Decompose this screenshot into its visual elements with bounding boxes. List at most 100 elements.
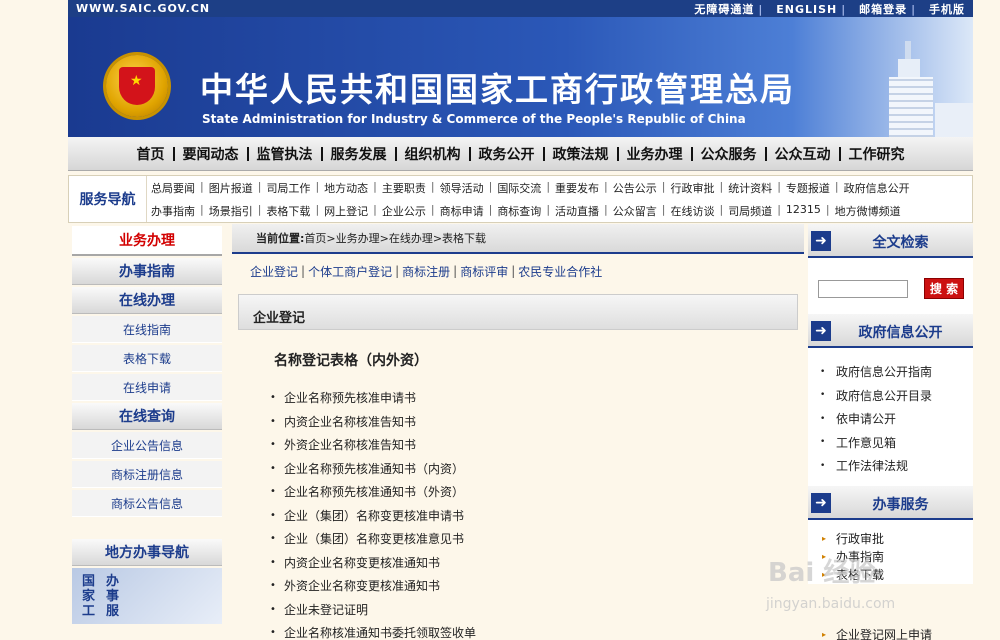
service-sep: | <box>257 203 262 216</box>
service-link[interactable]: 地方微博频道 <box>833 203 903 219</box>
list-item: • 企业名称预先核准通知书（外资） <box>270 480 804 504</box>
tab-company-registration[interactable]: 企业登记 <box>250 263 298 280</box>
service-link[interactable]: 专题报道 <box>784 180 832 196</box>
bullet: • <box>270 439 276 451</box>
nav-home[interactable]: 首页 <box>129 144 173 164</box>
form-link[interactable]: 企业未登记证明 <box>284 601 368 618</box>
form-link[interactable]: 企业名称预先核准通知书（内资） <box>284 460 464 477</box>
nav-public-service[interactable]: 公众服务 <box>693 144 765 164</box>
service-item-link[interactable]: 企业登记网上申请 <box>836 626 932 640</box>
nav-organization[interactable]: 组织机构 <box>397 144 469 164</box>
top-sep: | <box>841 2 847 16</box>
service-sep: | <box>604 203 608 216</box>
service-link[interactable]: 重要发布 <box>553 180 601 196</box>
sidebar-item-form-download[interactable]: 表格下载 <box>72 345 222 372</box>
service-sep: | <box>546 180 551 193</box>
nav-supervision[interactable]: 监管执法 <box>249 144 321 164</box>
bullet: • <box>270 533 276 545</box>
nav-research[interactable]: 工作研究 <box>841 144 913 164</box>
service-link[interactable]: 企业公示 <box>380 203 428 219</box>
service-sep: | <box>373 203 377 216</box>
info-link[interactable]: 政府信息公开目录 <box>836 387 932 404</box>
service-header: ➜ 办事服务 <box>808 485 973 520</box>
breadcrumb-path[interactable]: 首页>业务办理>在线办理>表格下载 <box>304 230 486 246</box>
service-link[interactable]: 网上登记 <box>322 203 370 219</box>
mail-login-link[interactable]: 邮箱登录 <box>859 3 907 16</box>
service-link[interactable]: 表格下载 <box>264 203 312 219</box>
accessibility-link[interactable]: 无障碍通道 <box>694 3 754 16</box>
search-button[interactable]: 搜 索 <box>924 278 964 299</box>
service-link[interactable]: 领导活动 <box>438 180 486 196</box>
page-root: WWW.SAIC.GOV.CN 无障碍通道 | ENGLISH | 邮箱登录 | 手机… <box>0 0 1000 640</box>
sidebar-item-trademark-reg[interactable]: 商标注册信息 <box>72 461 222 488</box>
service-link[interactable]: 主要职责 <box>380 180 428 196</box>
service-link[interactable]: 12315 <box>784 203 823 219</box>
nav-interaction[interactable]: 公众互动 <box>767 144 839 164</box>
service-link[interactable]: 商标申请 <box>438 203 486 219</box>
service-link[interactable]: 活动直播 <box>553 203 601 219</box>
sidebar-section-online[interactable]: 在线办理 <box>72 287 222 314</box>
site-title-en: State Administration for Industry & Comm… <box>202 112 746 126</box>
service-item-link[interactable]: 行政审批 <box>836 530 884 547</box>
service-sep: | <box>315 203 320 216</box>
sidebar-item-company-notice[interactable]: 企业公告信息 <box>72 432 222 459</box>
site-title-cn: 中华人民共和国国家工商行政管理总局 <box>200 70 795 109</box>
service-link[interactable]: 公告公示 <box>611 180 659 196</box>
sidebar-item-online-apply[interactable]: 在线申请 <box>72 374 222 401</box>
nav-policy[interactable]: 政策法规 <box>545 144 617 164</box>
service-link[interactable]: 场景指引 <box>207 203 255 219</box>
info-link[interactable]: 工作法律法规 <box>836 457 908 474</box>
form-link[interactable]: 企业名称预先核准申请书 <box>284 389 416 406</box>
tab-trademark-review[interactable]: 商标评审 <box>460 263 508 280</box>
tab-trademark-registration[interactable]: 商标注册 <box>402 263 450 280</box>
search-input[interactable] <box>818 280 908 298</box>
sidebar-item-trademark-notice[interactable]: 商标公告信息 <box>72 490 222 517</box>
tab-cooperative[interactable]: 农民专业合作社 <box>518 263 602 280</box>
local-guide-banner[interactable]: 国 家 工 办 事 服 <box>72 568 222 624</box>
service-sep: | <box>719 203 724 216</box>
service-link[interactable]: 统计资料 <box>726 180 774 196</box>
service-sep: | <box>315 180 320 193</box>
nav-affairs[interactable]: 政务公开 <box>471 144 543 164</box>
bullet: • <box>270 392 276 404</box>
bullet: • <box>270 627 276 639</box>
service-link[interactable]: 总局要闻 <box>149 180 197 196</box>
form-link[interactable]: 内资企业名称变更核准通知书 <box>284 554 440 571</box>
service-sep: | <box>257 180 262 193</box>
sidebar-section-query[interactable]: 在线查询 <box>72 403 222 430</box>
service-title: 办事服务 <box>872 496 929 513</box>
nav-service-dev[interactable]: 服务发展 <box>323 144 395 164</box>
service-link[interactable]: 行政审批 <box>668 180 716 196</box>
sidebar-item-online-guide[interactable]: 在线指南 <box>72 316 222 343</box>
service-link[interactable]: 司局频道 <box>726 203 774 219</box>
service-link[interactable]: 公众留言 <box>611 203 659 219</box>
site-url: WWW.SAIC.GOV.CN <box>76 2 211 15</box>
list-item: • 外资企业名称变更核准通知书 <box>270 574 804 598</box>
nav-news[interactable]: 要闻动态 <box>175 144 247 164</box>
nav-business[interactable]: 业务办理 <box>619 144 691 164</box>
service-link[interactable]: 图片报道 <box>207 180 255 196</box>
form-link[interactable]: 外资企业名称核准告知书 <box>284 436 416 453</box>
form-link[interactable]: 企业（集团）名称变更核准意见书 <box>284 530 464 547</box>
service-link[interactable]: 商标查询 <box>495 203 543 219</box>
info-link[interactable]: 工作意见箱 <box>836 434 896 451</box>
mobile-link[interactable]: 手机版 <box>929 3 965 16</box>
form-link[interactable]: 企业（集团）名称变更核准申请书 <box>284 507 464 524</box>
service-link[interactable]: 国际交流 <box>495 180 543 196</box>
service-link[interactable]: 政府信息公开 <box>842 180 912 196</box>
bullet: • <box>270 509 276 521</box>
info-link[interactable]: 政府信息公开指南 <box>836 363 932 380</box>
service-link[interactable]: 地方动态 <box>322 180 370 196</box>
form-link[interactable]: 内资企业名称核准告知书 <box>284 413 416 430</box>
service-link[interactable]: 司局工作 <box>264 180 312 196</box>
form-link[interactable]: 企业名称预先核准通知书（外资） <box>284 483 464 500</box>
service-link[interactable]: 在线访谈 <box>668 203 716 219</box>
english-link[interactable]: ENGLISH <box>776 3 837 16</box>
info-link[interactable]: 依申请公开 <box>836 410 896 427</box>
form-link[interactable]: 企业名称核准通知书委托领取签收单 <box>284 624 476 640</box>
sidebar-section-guide[interactable]: 办事指南 <box>72 258 222 285</box>
service-link[interactable]: 办事指南 <box>149 203 197 219</box>
form-link[interactable]: 外资企业名称变更核准通知书 <box>284 577 440 594</box>
tab-individual-registration[interactable]: 个体工商户登记 <box>308 263 392 280</box>
sidebar-section-local[interactable]: 地方办事导航 <box>72 539 222 566</box>
